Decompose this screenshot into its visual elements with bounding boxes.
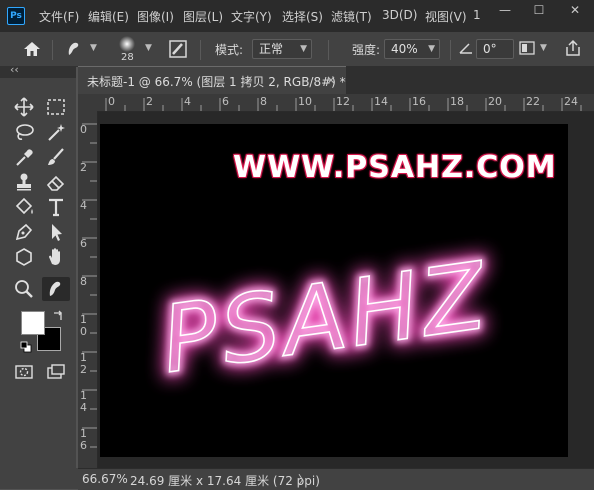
swap-colors-icon[interactable] bbox=[52, 310, 64, 325]
document-tab-title[interactable]: 未标题-1 @ 66.7% (图层 1 拷贝 2, RGB/8#) * bbox=[87, 73, 346, 90]
strength-label: 强度: bbox=[352, 43, 381, 57]
type-tool-icon[interactable] bbox=[45, 197, 69, 219]
menu-type[interactable]: 文字(Y) bbox=[231, 8, 272, 25]
angle-field[interactable]: 0° bbox=[476, 39, 514, 59]
preset-dropdown-chevron-icon[interactable]: ▼ bbox=[90, 43, 97, 53]
mode-chevron-icon: ▼ bbox=[300, 44, 307, 54]
tools-panel-header: ‹‹ bbox=[0, 63, 76, 78]
ruler-label: 1 0 bbox=[80, 313, 87, 338]
menu-filter[interactable]: 滤镜(T) bbox=[331, 8, 372, 25]
close-tab-icon[interactable]: × bbox=[326, 73, 336, 87]
brush-size-label: 28 bbox=[121, 52, 134, 63]
ruler-label: 22 bbox=[526, 95, 540, 108]
ruler-label: 2 bbox=[80, 161, 87, 174]
screen-mode-icon[interactable] bbox=[45, 362, 69, 384]
options-bar: ▼ 28 ▼ 模式: 正常 ▼ 强度: 40% ▼ 0° ▼ bbox=[0, 32, 594, 67]
horizontal-ruler[interactable]: 0 2 4 6 8 10 12 14 16 18 20 22 24 bbox=[98, 94, 594, 112]
zoom-tool-icon[interactable] bbox=[13, 279, 37, 301]
status-bar-left bbox=[0, 468, 78, 489]
document-tab[interactable]: 未标题-1 @ 66.7% (图层 1 拷贝 2, RGB/8#) * × bbox=[78, 66, 346, 94]
ruler-label: 8 bbox=[260, 95, 267, 108]
smudge-tool-icon[interactable] bbox=[42, 277, 70, 301]
menu-layer[interactable]: 图层(L) bbox=[183, 8, 223, 25]
watermark-text: WWW.PSAHZ.COM bbox=[233, 150, 557, 185]
share-icon[interactable] bbox=[564, 39, 582, 60]
sample-all-layers-icon[interactable] bbox=[519, 41, 535, 58]
ruler-label: 8 bbox=[80, 275, 87, 288]
status-menu-chevron-icon[interactable]: 〉 bbox=[298, 471, 310, 488]
mode-label: 模式: bbox=[215, 43, 244, 57]
ruler-label: 4 bbox=[80, 199, 87, 212]
home-icon[interactable] bbox=[22, 40, 42, 61]
ruler-label: 18 bbox=[450, 95, 464, 108]
vertical-ruler[interactable]: 0 2 4 6 8 1 0 1 2 1 4 1 6 bbox=[78, 111, 98, 468]
strength-chevron-icon: ▼ bbox=[428, 44, 435, 54]
path-selection-tool-icon[interactable] bbox=[45, 222, 69, 244]
ruler-label: 2 bbox=[146, 95, 153, 108]
zoom-level[interactable]: 66.67% bbox=[82, 472, 128, 486]
ruler-label: 20 bbox=[488, 95, 502, 108]
maximize-button[interactable]: ☐ bbox=[524, 0, 554, 20]
smudge-tool-preset-icon[interactable] bbox=[64, 40, 86, 61]
ruler-label: 14 bbox=[374, 95, 388, 108]
photoshop-logo[interactable]: Ps bbox=[7, 7, 25, 25]
minimize-button[interactable]: — bbox=[490, 0, 520, 20]
brush-tool-icon[interactable] bbox=[45, 147, 69, 169]
eyedropper-tool-icon[interactable] bbox=[13, 147, 37, 169]
lasso-tool-icon[interactable] bbox=[13, 122, 37, 144]
menu-select[interactable]: 选择(S) bbox=[282, 8, 323, 25]
ruler-label: 24 bbox=[564, 95, 578, 108]
strength-field[interactable]: 40% ▼ bbox=[384, 39, 440, 59]
rectangular-marquee-tool-icon[interactable] bbox=[45, 97, 69, 119]
close-window-button[interactable]: ✕ bbox=[560, 0, 590, 20]
eraser-tool-icon[interactable] bbox=[45, 172, 69, 194]
menu-more[interactable]: 1 bbox=[473, 8, 481, 22]
quick-mask-icon[interactable] bbox=[13, 362, 37, 384]
ruler-label: 4 bbox=[184, 95, 191, 108]
magic-wand-tool-icon[interactable] bbox=[45, 122, 69, 144]
angle-icon bbox=[458, 41, 474, 58]
ruler-label: 6 bbox=[222, 95, 229, 108]
ruler-label: 0 bbox=[80, 123, 87, 136]
angle-value: 0° bbox=[483, 42, 497, 56]
glow-core-text: PSAHZ bbox=[155, 242, 496, 394]
ruler-label: 6 bbox=[80, 237, 87, 250]
ruler-label: 10 bbox=[298, 95, 312, 108]
status-bar: 66.67% 24.69 厘米 x 17.64 厘米 (72 ppi) 〉 bbox=[78, 468, 594, 490]
brush-preview-icon[interactable] bbox=[116, 35, 138, 53]
menu-view[interactable]: 视图(V) bbox=[425, 8, 467, 25]
move-tool-icon[interactable] bbox=[13, 97, 37, 119]
brush-dropdown-chevron-icon[interactable]: ▼ bbox=[145, 43, 152, 53]
ruler-label: 0 bbox=[108, 95, 115, 108]
foreground-color-swatch[interactable] bbox=[21, 311, 45, 335]
tools-panel: ‹‹ bbox=[0, 63, 76, 489]
menu-file[interactable]: 文件(F) bbox=[39, 8, 79, 25]
shape-tool-icon[interactable] bbox=[13, 247, 37, 269]
pen-tool-icon[interactable] bbox=[13, 222, 37, 244]
hand-tool-icon[interactable] bbox=[45, 247, 69, 269]
menu-bar: Ps 文件(F) 编辑(E) 图像(I) 图层(L) 文字(Y) 选择(S) 滤… bbox=[0, 0, 594, 32]
brush-settings-icon[interactable] bbox=[168, 39, 188, 62]
ruler-label: 16 bbox=[412, 95, 426, 108]
document-size: 24.69 厘米 x 17.64 厘米 (72 ppi) bbox=[130, 474, 320, 488]
menu-image[interactable]: 图像(I) bbox=[137, 8, 174, 25]
ruler-label: 1 6 bbox=[80, 427, 87, 452]
document-tab-bar: 未标题-1 @ 66.7% (图层 1 拷贝 2, RGB/8#) * × bbox=[78, 66, 594, 94]
strength-value: 40% bbox=[391, 42, 418, 56]
ruler-label: 1 2 bbox=[80, 351, 87, 376]
ruler-label: 1 4 bbox=[80, 389, 87, 414]
mode-value: 正常 bbox=[259, 42, 284, 56]
clone-stamp-tool-icon[interactable] bbox=[13, 172, 37, 194]
ruler-origin[interactable] bbox=[78, 94, 98, 111]
default-colors-icon[interactable] bbox=[20, 341, 32, 356]
menu-3d[interactable]: 3D(D) bbox=[382, 8, 417, 22]
ruler-label: 12 bbox=[336, 95, 350, 108]
menu-edit[interactable]: 编辑(E) bbox=[88, 8, 129, 25]
mode-select[interactable]: 正常 ▼ bbox=[252, 39, 312, 59]
collapse-panel-icon[interactable]: ‹‹ bbox=[10, 63, 19, 76]
more-options-chevron-icon[interactable]: ▼ bbox=[540, 43, 547, 53]
paint-bucket-tool-icon[interactable] bbox=[13, 197, 37, 219]
document-canvas[interactable]: PSAHZ PSAHZ PSAHZ WWW.PSAHZ.COM bbox=[100, 124, 568, 457]
